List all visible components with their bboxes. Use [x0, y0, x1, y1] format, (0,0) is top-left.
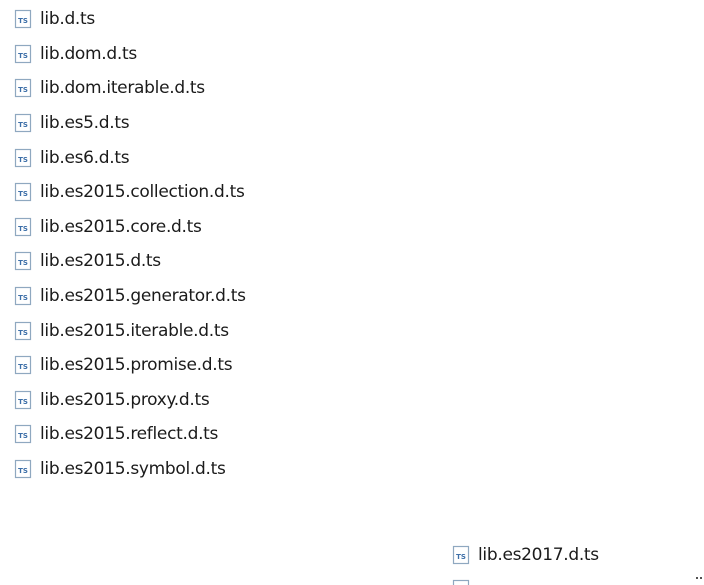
typescript-file-icon: TS	[14, 424, 32, 444]
typescript-file-icon: TS	[14, 78, 32, 98]
file-item[interactable]: TS lib.es2015.generator.d.ts	[14, 279, 246, 314]
svg-text:TS: TS	[18, 52, 28, 60]
file-item[interactable]: TS lib.es2015.promise.d.ts	[14, 348, 246, 383]
file-item[interactable]: TS lib.es2015.d.ts	[14, 244, 246, 279]
file-item[interactable]: TS lib.es2015.core.d.ts	[14, 210, 246, 245]
truncated-text-fragment	[696, 575, 702, 585]
file-item[interactable]: TS lib.dom.iterable.d.ts	[14, 71, 246, 106]
typescript-file-icon: TS	[14, 321, 32, 341]
typescript-file-icon: TS	[452, 545, 470, 565]
second-column-item[interactable]: TS lib.es2017.d.ts	[452, 538, 599, 573]
file-item[interactable]: TS lib.d.ts	[14, 2, 246, 37]
file-name: lib.es2015.collection.d.ts	[40, 182, 245, 203]
typescript-file-icon: TS	[14, 9, 32, 29]
typescript-file-icon: TS	[14, 286, 32, 306]
svg-text:TS: TS	[18, 432, 28, 440]
typescript-file-icon: TS	[14, 182, 32, 202]
file-item[interactable]: TS lib.es2015.iterable.d.ts	[14, 313, 246, 348]
svg-text:TS: TS	[18, 17, 28, 25]
svg-text:TS: TS	[18, 225, 28, 233]
file-name: lib.es6.d.ts	[40, 147, 130, 168]
file-item[interactable]: TS lib.es2017.d.ts	[452, 538, 599, 573]
typescript-file-icon: TS	[14, 355, 32, 375]
svg-text:TS: TS	[18, 467, 28, 475]
typescript-file-icon: TS	[14, 459, 32, 479]
file-name: lib.dom.d.ts	[40, 43, 137, 64]
file-item[interactable]: TS lib.es5.d.ts	[14, 106, 246, 141]
svg-text:TS: TS	[456, 553, 466, 561]
typescript-file-icon: TS	[14, 113, 32, 133]
file-name: lib.d.ts	[40, 9, 95, 30]
svg-text:TS: TS	[18, 86, 28, 94]
svg-text:TS: TS	[18, 190, 28, 198]
file-name: lib.es2015.proxy.d.ts	[40, 389, 210, 410]
file-item[interactable]: TS lib.es2015.reflect.d.ts	[14, 417, 246, 452]
file-name: lib.es5.d.ts	[40, 113, 130, 134]
file-item[interactable]: TS lib.es2015.proxy.d.ts	[14, 383, 246, 418]
file-item[interactable]: TS lib.es2015.collection.d.ts	[14, 175, 246, 210]
file-item[interactable]: TS lib.es2015.symbol.d.ts	[14, 452, 246, 487]
typescript-file-icon: TS	[14, 390, 32, 410]
svg-text:TS: TS	[18, 363, 28, 371]
file-name: lib.dom.iterable.d.ts	[40, 78, 205, 99]
file-name: lib.es2015.reflect.d.ts	[40, 424, 219, 445]
file-name: lib.es2015.symbol.d.ts	[40, 459, 226, 480]
partial-file-item[interactable]	[452, 575, 702, 585]
file-item[interactable]: TS lib.es6.d.ts	[14, 140, 246, 175]
typescript-file-icon: TS	[14, 217, 32, 237]
svg-text:TS: TS	[18, 398, 28, 406]
typescript-file-icon: TS	[14, 44, 32, 64]
typescript-file-icon	[452, 579, 470, 585]
svg-text:TS: TS	[18, 156, 28, 164]
svg-text:TS: TS	[18, 294, 28, 302]
typescript-file-icon: TS	[14, 148, 32, 168]
file-name: lib.es2015.iterable.d.ts	[40, 320, 229, 341]
file-name: lib.es2015.d.ts	[40, 251, 161, 272]
file-item[interactable]: TS lib.dom.d.ts	[14, 37, 246, 72]
svg-text:TS: TS	[18, 121, 28, 129]
file-name: lib.es2017.d.ts	[478, 545, 599, 566]
svg-text:TS: TS	[18, 259, 28, 267]
file-name: lib.es2015.generator.d.ts	[40, 286, 246, 307]
svg-text:TS: TS	[18, 329, 28, 337]
file-list: TS lib.d.ts TS lib.dom.d.ts TS lib.dom.i…	[14, 2, 246, 486]
file-name: lib.es2015.core.d.ts	[40, 216, 202, 237]
file-name: lib.es2015.promise.d.ts	[40, 355, 233, 376]
typescript-file-icon: TS	[14, 251, 32, 271]
